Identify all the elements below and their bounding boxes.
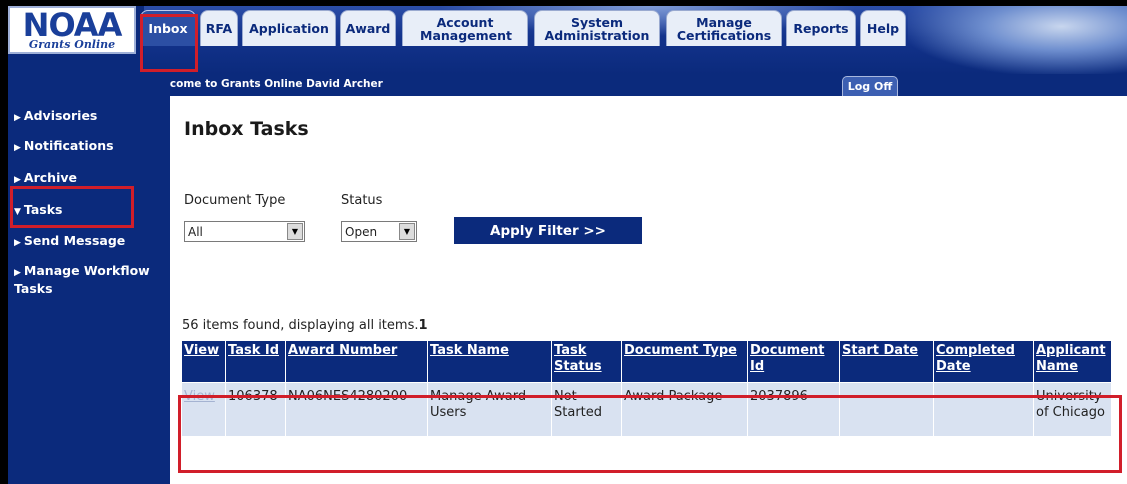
tab-label: Application <box>249 21 329 36</box>
logo-subtitle: Grants Online <box>28 38 116 51</box>
tab-account-management[interactable]: Account Management <box>402 10 528 46</box>
noaa-logo[interactable]: NOAA Grants Online <box>8 6 136 54</box>
sidebar-item-label: Notifications <box>23 138 114 153</box>
highlight-task-row <box>178 395 1122 473</box>
column-header-view[interactable]: View <box>181 340 226 383</box>
column-header-document-id[interactable]: Document Id <box>747 340 840 383</box>
page-number-link[interactable]: 1 <box>418 318 427 333</box>
column-header-award-number[interactable]: Award Number <box>285 340 428 383</box>
tab-rfa[interactable]: RFA <box>200 10 238 46</box>
logo-text: NOAA <box>22 6 123 44</box>
column-header-task-status[interactable]: Task Status <box>551 340 622 383</box>
table-header-row: View Task Id Award Number Task Name Task… <box>181 340 1112 383</box>
column-header-applicant-name[interactable]: Applicant Name <box>1033 340 1112 383</box>
column-header-task-name[interactable]: Task Name <box>427 340 552 383</box>
chevron-down-icon: ▼ <box>287 223 303 240</box>
window-border-left <box>0 0 8 484</box>
document-type-label: Document Type <box>184 193 286 208</box>
sidebar-item-manage-workflow-tasks[interactable]: ▶ Manage Workflow Tasks <box>14 263 170 296</box>
triangle-right-icon: ▶ <box>14 113 21 123</box>
column-header-document-type[interactable]: Document Type <box>621 340 748 383</box>
highlight-tasks-item <box>10 186 134 228</box>
chevron-down-icon: ▼ <box>399 223 415 240</box>
triangle-right-icon: ▶ <box>14 268 21 278</box>
sidebar: ▶ Advisories ▶ Notifications ▶ Archive ▼ Tas… <box>8 74 170 484</box>
tab-help[interactable]: Help <box>860 10 906 46</box>
tab-label: Reports <box>793 21 849 36</box>
app-window: NOAA Grants Online Inbox RFA Application… <box>0 0 1127 484</box>
triangle-right-icon: ▶ <box>14 143 21 153</box>
highlight-inbox-tab <box>140 14 198 72</box>
sidebar-item-send-message[interactable]: ▶ Send Message <box>14 233 125 251</box>
welcome-text: Welcome to Grants Online David Archer <box>148 78 383 90</box>
logoff-button[interactable]: Log Off <box>842 76 898 96</box>
tab-system-administration[interactable]: System Administration <box>534 10 660 46</box>
status-label: Status <box>341 193 383 208</box>
triangle-right-icon: ▶ <box>14 175 21 185</box>
tab-award[interactable]: Award <box>340 10 396 46</box>
sidebar-item-label: Manage Workflow Tasks <box>14 263 150 296</box>
sidebar-item-label: Archive <box>23 170 77 185</box>
status-select[interactable]: Open ▼ <box>341 221 417 242</box>
document-type-select[interactable]: All ▼ <box>184 221 305 242</box>
tab-label: Help <box>866 21 900 36</box>
tab-application[interactable]: Application <box>242 10 336 46</box>
tab-label: Award <box>345 21 391 36</box>
tab-manage-certifications[interactable]: Manage Certifications <box>666 10 782 46</box>
sidebar-item-notifications[interactable]: ▶ Notifications <box>14 138 114 156</box>
column-header-task-id[interactable]: Task Id <box>225 340 286 383</box>
column-header-completed-date[interactable]: Completed Date <box>933 340 1034 383</box>
sidebar-item-label: Send Message <box>23 233 126 248</box>
summary-text: 56 items found, displaying all items. <box>182 318 419 333</box>
tab-label: Manage Certifications <box>676 14 772 43</box>
results-summary: 56 items found, displaying all items.1 <box>182 318 428 333</box>
tab-label: System Administration <box>544 14 650 43</box>
sidebar-item-label: Advisories <box>23 108 98 123</box>
sidebar-item-advisories[interactable]: ▶ Advisories <box>14 108 97 126</box>
header-clouds <box>908 6 1127 74</box>
page-title: Inbox Tasks <box>184 118 309 140</box>
triangle-right-icon: ▶ <box>14 238 21 248</box>
apply-filter-button[interactable]: Apply Filter >> <box>454 217 642 244</box>
column-header-start-date[interactable]: Start Date <box>839 340 934 383</box>
tab-label: RFA <box>205 21 233 36</box>
tab-label: Account Management <box>420 14 513 43</box>
select-value: Open <box>345 224 378 239</box>
tab-reports[interactable]: Reports <box>786 10 856 46</box>
select-value: All <box>188 224 203 239</box>
